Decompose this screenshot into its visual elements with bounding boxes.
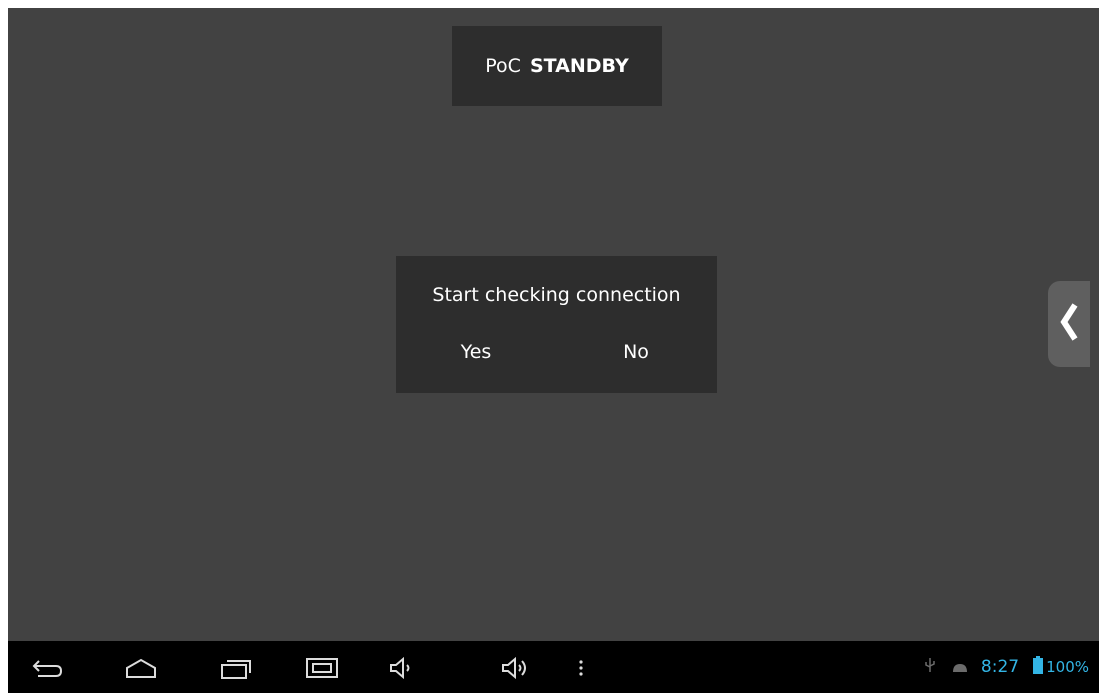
recent-apps-icon[interactable] — [219, 655, 253, 681]
system-status-area: 8:27 100% — [923, 641, 1089, 693]
usb-icon — [923, 656, 937, 678]
back-icon[interactable] — [30, 655, 64, 681]
volume-down-icon[interactable] — [385, 655, 419, 681]
no-button[interactable]: No — [576, 330, 696, 374]
yes-button[interactable]: Yes — [416, 330, 536, 374]
poc-state: STANDBY — [529, 55, 629, 77]
poc-status-header: PoC STANDBY — [452, 26, 662, 106]
dialog-message: Start checking connection — [432, 284, 681, 306]
poc-label: PoC — [485, 55, 521, 77]
chevron-left-icon — [1059, 302, 1079, 346]
menu-icon[interactable] — [564, 655, 598, 681]
home-icon[interactable] — [124, 655, 158, 681]
clock: 8:27 — [980, 657, 1020, 677]
battery-percent: 100% — [1046, 658, 1089, 676]
system-navbar: 8:27 100% — [8, 641, 1099, 693]
side-drawer-tab[interactable] — [1048, 281, 1090, 367]
battery-indicator: 100% — [1033, 656, 1089, 678]
connection-check-dialog: Start checking connection Yes No — [396, 256, 717, 393]
app-screen: PoC STANDBY Start checking connection Ye… — [8, 8, 1099, 693]
volume-up-icon[interactable] — [498, 655, 532, 681]
screenshot-icon[interactable] — [305, 655, 339, 681]
android-debug-icon — [951, 658, 969, 677]
battery-icon — [1033, 656, 1044, 678]
